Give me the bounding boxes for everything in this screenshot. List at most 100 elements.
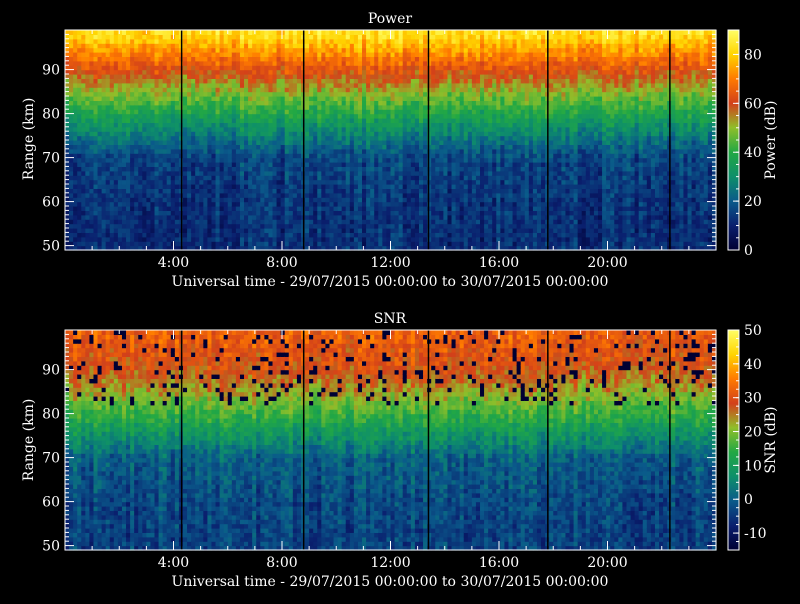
heatmap-cell	[227, 43, 233, 49]
heatmap-cell	[223, 148, 229, 154]
heatmap-cell	[239, 43, 245, 49]
heatmap-cell	[402, 166, 408, 172]
heatmap-cell	[162, 126, 168, 132]
heatmap-cell	[256, 148, 261, 154]
heatmap-cell	[451, 91, 457, 97]
heatmap-cell	[121, 126, 127, 132]
heatmap-cell	[394, 210, 400, 216]
heatmap-cell	[182, 91, 188, 97]
heatmap-cell	[288, 184, 294, 189]
heatmap-cell	[459, 166, 465, 172]
heatmap-cell	[126, 144, 131, 150]
heatmap-cell	[280, 100, 286, 106]
heatmap-cell	[227, 118, 233, 123]
heatmap-cell	[239, 69, 245, 75]
heatmap-cell	[284, 78, 290, 84]
heatmap-cell	[276, 214, 282, 220]
heatmap-cell	[280, 192, 286, 198]
heatmap-cell	[463, 175, 469, 181]
heatmap-cell	[386, 113, 392, 119]
heatmap-cell	[386, 100, 392, 106]
heatmap-cell	[182, 192, 188, 198]
heatmap-cell	[256, 223, 261, 229]
heatmap-cell	[423, 30, 428, 35]
heatmap-cell	[85, 52, 91, 57]
heatmap-cell	[317, 184, 322, 189]
heatmap-cell	[406, 74, 412, 79]
heatmap-cell	[414, 113, 420, 119]
heatmap-cell	[357, 144, 363, 150]
heatmap-cell	[97, 126, 103, 132]
heatmap-cell	[296, 197, 302, 203]
heatmap-cell	[309, 188, 314, 194]
heatmap-cell	[357, 140, 363, 145]
heatmap-cell	[418, 135, 424, 141]
heatmap-cell	[276, 126, 282, 132]
heatmap-cell	[349, 135, 355, 141]
heatmap-cell	[130, 30, 135, 35]
heatmap-cell	[329, 60, 335, 66]
heatmap-cell	[69, 47, 74, 53]
heatmap-cell	[284, 179, 290, 185]
heatmap-cell	[260, 223, 265, 229]
heatmap-cell	[317, 228, 322, 233]
heatmap-cell	[443, 179, 449, 185]
heatmap-cell	[126, 206, 131, 211]
heatmap-cell	[121, 148, 127, 154]
heatmap-cell	[215, 184, 221, 189]
heatmap-cell	[268, 52, 274, 57]
heatmap-cell	[219, 214, 225, 220]
heatmap-cell	[244, 157, 249, 163]
heatmap-cell	[443, 135, 449, 141]
heatmap-cell	[390, 104, 396, 110]
heatmap-cell	[195, 52, 200, 57]
heatmap-cell	[142, 122, 147, 128]
heatmap-cell	[174, 166, 180, 172]
heatmap-cell	[69, 192, 74, 198]
heatmap-cell	[174, 184, 180, 189]
heatmap-cell	[97, 188, 103, 194]
heatmap-cell	[134, 34, 139, 40]
heatmap-cell	[333, 104, 339, 110]
heatmap-cell	[333, 74, 339, 79]
heatmap-cell	[439, 188, 444, 194]
heatmap-cell	[227, 122, 233, 128]
heatmap-cell	[292, 34, 298, 40]
heatmap-cell	[203, 30, 209, 35]
heatmap-cell	[402, 144, 408, 150]
heatmap-cell	[211, 166, 217, 172]
heatmap-cell	[414, 126, 420, 132]
heatmap-cell	[439, 91, 444, 97]
heatmap-cell	[121, 78, 127, 84]
heatmap-cell	[341, 69, 347, 75]
heatmap-cell	[341, 87, 347, 93]
heatmap-cell	[345, 69, 351, 75]
heatmap-cell	[451, 179, 457, 185]
heatmap-cell	[195, 236, 200, 242]
heatmap-cell	[390, 236, 396, 242]
heatmap-cell	[390, 241, 396, 247]
heatmap-cell	[248, 228, 253, 233]
heatmap-cell	[195, 34, 200, 40]
heatmap-cell	[81, 201, 86, 207]
heatmap-cell	[207, 166, 213, 172]
heatmap-cell	[97, 148, 103, 154]
heatmap-cell	[357, 206, 363, 211]
heatmap-cell	[317, 118, 322, 123]
heatmap-cell	[223, 162, 229, 167]
heatmap-cell	[150, 162, 156, 167]
heatmap-cell	[398, 91, 404, 97]
heatmap-cell	[284, 118, 290, 123]
heatmap-cell	[447, 153, 453, 159]
heatmap-cell	[378, 144, 383, 150]
heatmap-cell	[321, 113, 326, 119]
heatmap-cell	[467, 82, 473, 88]
heatmap-cell	[406, 60, 412, 66]
heatmap-cell	[252, 38, 257, 44]
heatmap-cell	[162, 60, 168, 66]
heatmap-cell	[321, 175, 326, 181]
heatmap-cell	[435, 43, 440, 49]
heatmap-cell	[467, 113, 473, 119]
heatmap-cell	[158, 52, 164, 57]
heatmap-cell	[317, 109, 322, 115]
